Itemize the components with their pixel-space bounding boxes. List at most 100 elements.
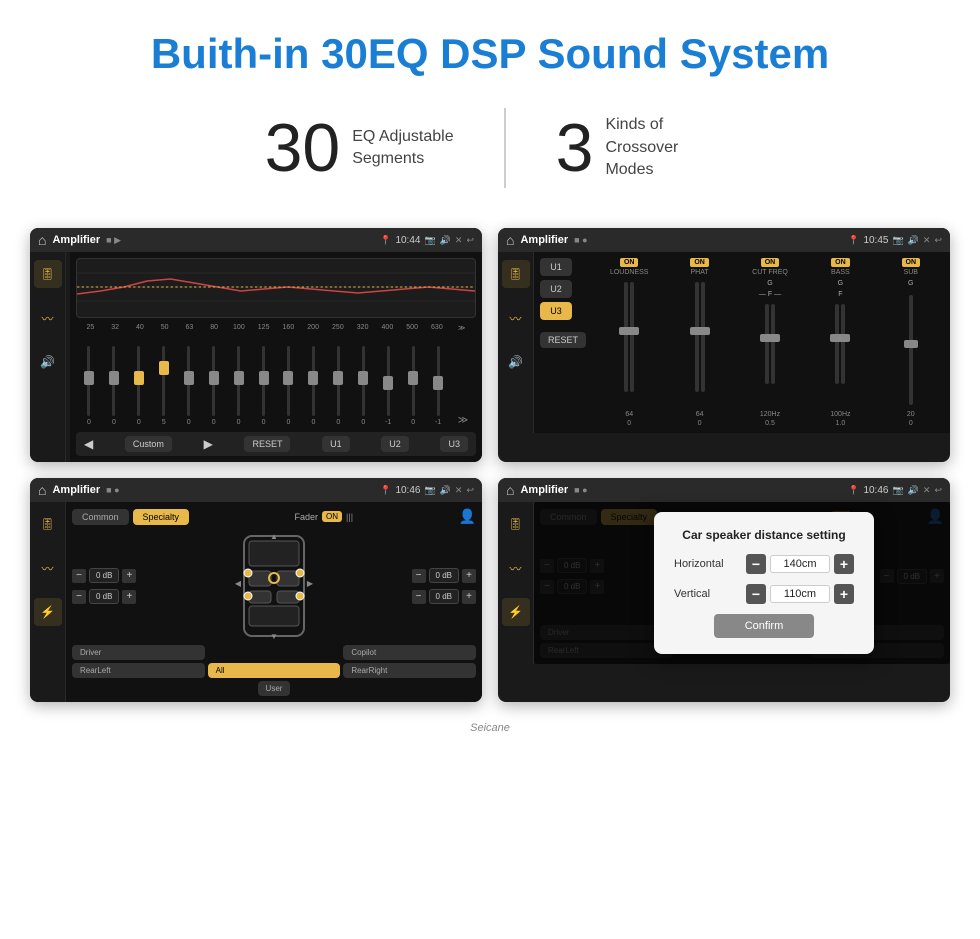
vertical-minus[interactable]: − bbox=[746, 584, 766, 604]
slider-1[interactable]: 0 bbox=[78, 346, 100, 426]
eq-icon-3[interactable]: 🎚 bbox=[34, 510, 62, 538]
next-arrow[interactable]: ▶ bbox=[204, 437, 213, 451]
u1-btn-1[interactable]: U1 bbox=[322, 436, 350, 452]
bass-on[interactable]: ON bbox=[831, 258, 850, 267]
right-minus-2[interactable]: − bbox=[412, 590, 426, 604]
slider-11[interactable]: 0 bbox=[327, 346, 349, 426]
crossover-number: 3 bbox=[556, 114, 594, 182]
watermark: Seicane bbox=[0, 722, 980, 744]
rearright-btn[interactable]: RearRight bbox=[343, 663, 476, 678]
vertical-input: − 110cm + bbox=[746, 584, 854, 604]
speaker-icon-2[interactable]: 🔊 bbox=[502, 348, 530, 376]
phat-on[interactable]: ON bbox=[690, 258, 709, 267]
slider-13[interactable]: -1 bbox=[377, 346, 399, 426]
right-plus-1[interactable]: + bbox=[462, 569, 476, 583]
left-minus-1[interactable]: − bbox=[72, 569, 86, 583]
eq-stat: 30 EQ Adjustable Segments bbox=[215, 114, 504, 182]
waveform-icon-4[interactable]: 〰 bbox=[502, 554, 530, 582]
record-icon-4: ■ ● bbox=[574, 485, 587, 495]
slider-3[interactable]: 0 bbox=[128, 346, 150, 426]
vertical-value: 110cm bbox=[770, 585, 830, 603]
left-plus-2[interactable]: + bbox=[122, 590, 136, 604]
slider-5[interactable]: 0 bbox=[178, 346, 200, 426]
slider-12[interactable]: 0 bbox=[352, 346, 374, 426]
waveform-icon-2[interactable]: 〰 bbox=[502, 304, 530, 332]
eq-icon[interactable]: 🎚 bbox=[34, 260, 62, 288]
slider-9[interactable]: 0 bbox=[278, 346, 300, 426]
record-icon-3: ■ ● bbox=[106, 485, 119, 495]
home-icon-3[interactable]: ⌂ bbox=[38, 482, 46, 498]
copilot-btn[interactable]: Copilot bbox=[343, 645, 476, 660]
cutfreq-on[interactable]: ON bbox=[761, 258, 780, 267]
waveform-icon[interactable]: 〰 bbox=[34, 304, 62, 332]
left-val-1: 0 dB bbox=[89, 568, 119, 583]
loudness-on[interactable]: ON bbox=[620, 258, 639, 267]
home-icon-2[interactable]: ⌂ bbox=[506, 232, 514, 248]
right-volume-1: − 0 dB + bbox=[412, 568, 476, 583]
speaker-icon[interactable]: 🔊 bbox=[34, 348, 62, 376]
time-1: 10:44 bbox=[395, 235, 420, 246]
sub-on[interactable]: ON bbox=[902, 258, 921, 267]
freq-labels: 25 32 40 50 63 80 100 125 160 200 250 32… bbox=[76, 324, 476, 332]
slider-2[interactable]: 0 bbox=[103, 346, 125, 426]
horizontal-plus[interactable]: + bbox=[834, 554, 854, 574]
u2-preset[interactable]: U2 bbox=[540, 280, 572, 298]
left-volume-2: − 0 dB + bbox=[72, 589, 136, 604]
waveform-icon-3[interactable]: 〰 bbox=[34, 554, 62, 582]
custom-btn[interactable]: Custom bbox=[125, 436, 172, 452]
u3-btn-1[interactable]: U3 bbox=[440, 436, 468, 452]
dialog-screen-body: 🎚 〰 ⚡ Common Specialty Fader ON 👤 bbox=[498, 502, 950, 664]
svg-text:▲: ▲ bbox=[270, 532, 278, 541]
all-btn[interactable]: All bbox=[208, 663, 341, 678]
u1-preset[interactable]: U1 bbox=[540, 258, 572, 276]
toggle-group: Common Specialty bbox=[72, 509, 189, 525]
confirm-button[interactable]: Confirm bbox=[714, 614, 814, 638]
app-title-1: Amplifier bbox=[52, 234, 100, 246]
bluetooth-icon-4[interactable]: ⚡ bbox=[502, 598, 530, 626]
fader-on[interactable]: ON bbox=[322, 511, 342, 522]
slider-10[interactable]: 0 bbox=[302, 346, 324, 426]
camera-icon-4: 📷 bbox=[892, 485, 903, 496]
reset-btn-1[interactable]: RESET bbox=[244, 436, 290, 452]
right-val-2: 0 dB bbox=[429, 589, 459, 604]
slider-14[interactable]: 0 bbox=[402, 346, 424, 426]
bass-col: ON BASS G F 100Hz 1.0 bbox=[807, 258, 873, 427]
right-volume-2: − 0 dB + bbox=[412, 589, 476, 604]
car-diagram: ▲ ▼ ◀ ▶ bbox=[142, 531, 405, 641]
camera-icon-3: 📷 bbox=[424, 485, 435, 496]
slider-6[interactable]: 0 bbox=[203, 346, 225, 426]
horizontal-input: − 140cm + bbox=[746, 554, 854, 574]
slider-7[interactable]: 0 bbox=[228, 346, 250, 426]
record-icon-2: ■ ● bbox=[574, 235, 587, 245]
record-icon-1: ■ ▶ bbox=[106, 235, 121, 246]
prev-arrow[interactable]: ◀ bbox=[84, 437, 93, 451]
page-title: Buith-in 30EQ DSP Sound System bbox=[0, 0, 980, 88]
user-btn[interactable]: User bbox=[258, 681, 291, 696]
horizontal-row: Horizontal − 140cm + bbox=[674, 554, 854, 574]
loudness-col: ON LOUDNESS 64 0 bbox=[596, 258, 662, 427]
rearleft-btn[interactable]: RearLeft bbox=[72, 663, 205, 678]
right-plus-2[interactable]: + bbox=[462, 590, 476, 604]
reset-btn-2[interactable]: RESET bbox=[540, 332, 586, 348]
u2-btn-1[interactable]: U2 bbox=[381, 436, 409, 452]
crossover-stat: 3 Kinds of Crossover Modes bbox=[506, 114, 766, 182]
home-icon-1[interactable]: ⌂ bbox=[38, 232, 46, 248]
vertical-plus[interactable]: + bbox=[834, 584, 854, 604]
left-plus-1[interactable]: + bbox=[122, 569, 136, 583]
driver-btn[interactable]: Driver bbox=[72, 645, 205, 660]
bluetooth-icon-3[interactable]: ⚡ bbox=[34, 598, 62, 626]
home-icon-4[interactable]: ⌂ bbox=[506, 482, 514, 498]
slider-4[interactable]: 5 bbox=[153, 346, 175, 426]
horizontal-minus[interactable]: − bbox=[746, 554, 766, 574]
left-minus-2[interactable]: − bbox=[72, 590, 86, 604]
slider-15[interactable]: -1 bbox=[427, 346, 449, 426]
u3-preset[interactable]: U3 bbox=[540, 302, 572, 320]
right-minus-1[interactable]: − bbox=[412, 569, 426, 583]
slider-8[interactable]: 0 bbox=[253, 346, 275, 426]
eq-icon-4[interactable]: 🎚 bbox=[502, 510, 530, 538]
specialty-btn[interactable]: Specialty bbox=[133, 509, 190, 525]
eq-icon-2[interactable]: 🎚 bbox=[502, 260, 530, 288]
screen-crossover: ⌂ Amplifier ■ ● 📍 10:45 📷 🔊 ✕ ↩ 🎚 〰 🔊 bbox=[498, 228, 950, 462]
more-arrow[interactable]: ≫ bbox=[452, 415, 474, 426]
common-btn[interactable]: Common bbox=[72, 509, 129, 525]
